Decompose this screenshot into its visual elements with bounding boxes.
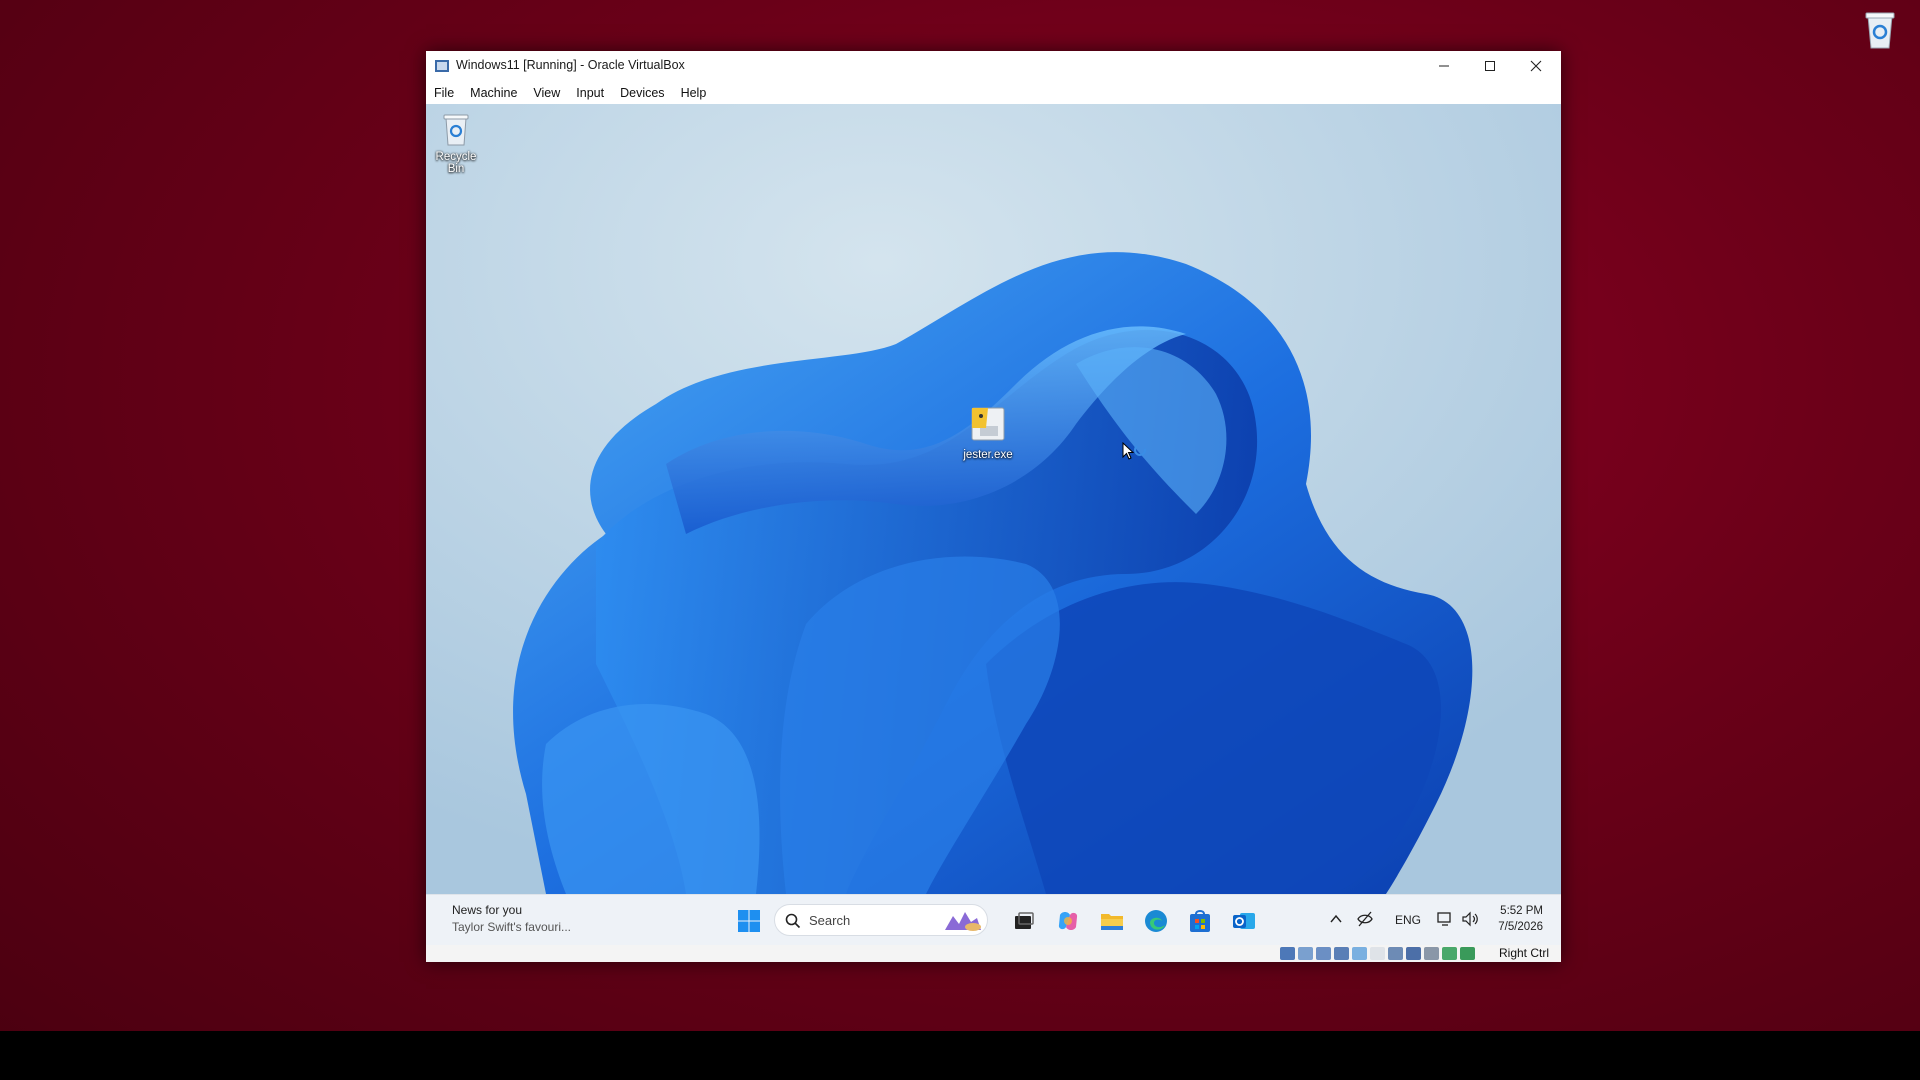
maximize-icon [1485, 61, 1495, 71]
cpu-icon[interactable] [1442, 947, 1457, 960]
status-indicators [1280, 947, 1475, 960]
guest-screen[interactable]: Recycle Bin jester.exe News for you Tayl… [426, 104, 1561, 945]
exe-file-icon [971, 407, 1005, 441]
minimize-button[interactable] [1421, 51, 1467, 81]
recycle-bin-icon [443, 114, 469, 146]
taskbar: News for you Taylor Swift's favouri... S… [426, 894, 1561, 945]
virtualbox-window: Windows11 [Running] - Oracle VirtualBox … [426, 51, 1561, 962]
desktop-icon-label: jester.exe [963, 449, 1013, 461]
windows-start-icon[interactable] [737, 909, 761, 933]
menu-machine[interactable]: Machine [470, 86, 517, 100]
close-icon [1530, 60, 1542, 72]
maximize-button[interactable] [1467, 51, 1513, 81]
virtualbox-app-icon [435, 60, 449, 72]
host-key-label: Right Ctrl [1498, 946, 1549, 960]
desktop-icon-jester-exe[interactable]: jester.exe [959, 402, 1017, 461]
menu-view[interactable]: View [533, 86, 560, 100]
optical-drive-icon[interactable] [1298, 947, 1313, 960]
shared-folders-icon[interactable] [1370, 947, 1385, 960]
hard-disk-icon[interactable] [1280, 947, 1295, 960]
clock[interactable]: 5:52 PM 7/5/2026 [1498, 903, 1543, 935]
search-icon [785, 913, 801, 929]
search-placeholder: Search [809, 913, 851, 928]
audio-icon[interactable] [1316, 947, 1331, 960]
copilot-icon[interactable] [1054, 907, 1082, 935]
chevron-up-icon[interactable] [1329, 913, 1343, 925]
menu-help[interactable]: Help [681, 86, 707, 100]
virtualization-icon[interactable] [1424, 947, 1439, 960]
outlook-icon[interactable] [1230, 907, 1258, 935]
title-bar: Windows11 [Running] - Oracle VirtualBox [426, 51, 1561, 81]
display-icon[interactable] [1388, 947, 1403, 960]
file-explorer-icon[interactable] [1098, 907, 1126, 935]
menu-devices[interactable]: Devices [620, 86, 664, 100]
clock-date: 7/5/2026 [1498, 921, 1543, 933]
recording-icon[interactable] [1406, 947, 1421, 960]
language-indicator[interactable]: ENG [1395, 913, 1421, 927]
news-widget[interactable]: News for you Taylor Swift's favouri... [452, 903, 571, 934]
mouse-cursor-icon [1122, 442, 1146, 460]
store-icon[interactable] [1186, 907, 1214, 935]
edge-icon[interactable] [1142, 907, 1170, 935]
widgets-icon[interactable] [943, 910, 983, 932]
network-disconnected-icon[interactable] [1356, 910, 1374, 928]
news-title: News for you [452, 903, 523, 917]
vm-status-bar: Right Ctrl [426, 945, 1561, 962]
clock-time: 5:52 PM [1500, 905, 1543, 917]
minimize-icon [1439, 65, 1449, 67]
desktop-icon-recycle-bin[interactable]: Recycle Bin [429, 112, 483, 175]
host-bottom-bar [0, 1031, 1920, 1080]
volume-icon[interactable] [1461, 910, 1479, 928]
desktop-icon-label: Recycle Bin [435, 151, 477, 175]
network-icon[interactable] [1334, 947, 1349, 960]
menu-input[interactable]: Input [576, 86, 604, 100]
news-subtitle: Taylor Swift's favouri... [452, 920, 571, 934]
menu-bar: File Machine View Input Devices Help [426, 81, 1561, 104]
window-title: Windows11 [Running] - Oracle VirtualBox [456, 58, 685, 72]
task-view-icon[interactable] [1010, 907, 1038, 935]
menu-file[interactable]: File [434, 86, 454, 100]
display-network-icon[interactable] [1436, 910, 1454, 928]
bloom-wallpaper [426, 104, 1561, 894]
close-button[interactable] [1513, 51, 1559, 81]
mouse-integration-icon[interactable] [1460, 947, 1475, 960]
taskbar-search[interactable]: Search [774, 904, 988, 936]
host-recycle-bin-icon[interactable] [1858, 8, 1902, 52]
usb-icon[interactable] [1352, 947, 1367, 960]
